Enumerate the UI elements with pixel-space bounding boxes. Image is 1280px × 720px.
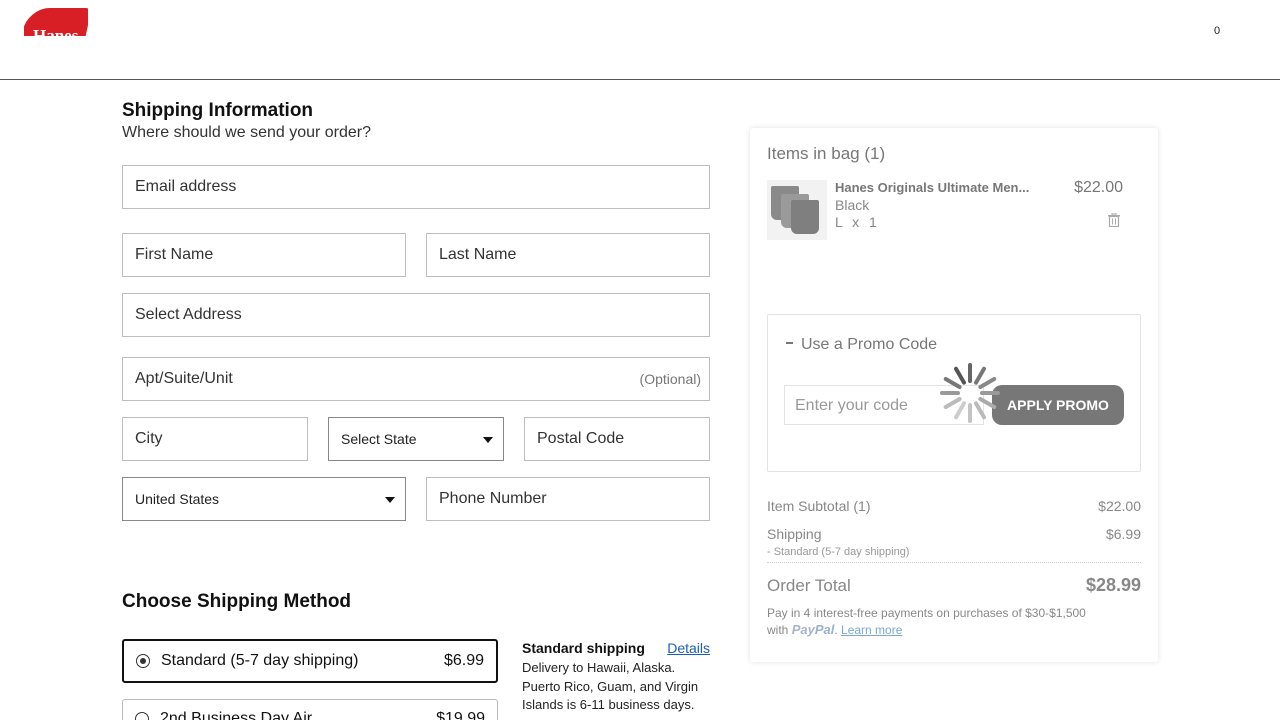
apply-promo-button[interactable]: APPLY PROMO: [992, 385, 1124, 425]
details-link[interactable]: Details: [667, 640, 710, 656]
item-size-qty: L x 1: [835, 214, 877, 230]
first-name-field[interactable]: First Name: [122, 233, 406, 277]
shipping-info-title: Shipping Information: [122, 100, 314, 121]
paypal-with: with: [767, 623, 789, 637]
shipping-row: Shipping $6.99: [767, 526, 1141, 542]
paypal-logo: PayPal: [792, 622, 835, 637]
promo-code-placeholder: Enter your code: [795, 397, 908, 414]
shipping-info-subtitle: Where should we send your order?: [122, 124, 372, 141]
order-total-row: Order Total $28.99: [767, 575, 1141, 596]
subtotal-label: Item Subtotal (1): [767, 498, 871, 514]
country-select-value: United States: [135, 491, 220, 507]
city-field[interactable]: City: [122, 417, 308, 461]
paypal-logo-pay: Pay: [791, 622, 815, 637]
apt-optional-label: (Optional): [639, 371, 701, 387]
phone-field[interactable]: Phone Number: [426, 477, 710, 521]
apt-placeholder: Apt/Suite/Unit: [135, 370, 233, 387]
paypal-logo-pal: Pal: [814, 622, 835, 637]
loading-spinner: [940, 363, 1000, 423]
chevron-down-icon: [483, 437, 493, 443]
product-thumbnail[interactable]: [767, 180, 827, 240]
shipping-option-2nd-day[interactable]: 2nd Business Day Air $19.99: [122, 699, 498, 720]
shipping-info-panel: Standard shipping Details Delivery to Ha…: [522, 640, 712, 715]
chevron-down-icon: [385, 497, 395, 503]
radio-icon[interactable]: [136, 654, 150, 668]
subtotal-value: $22.00: [1098, 498, 1141, 514]
logo-text: Hanes: [33, 26, 79, 36]
paypal-learn-more-link[interactable]: Learn more: [841, 623, 902, 637]
site-header: Hanes 0: [0, 0, 1280, 80]
divider: [767, 562, 1141, 563]
hanes-logo[interactable]: Hanes: [24, 8, 88, 36]
shipping-value: $6.99: [1105, 526, 1141, 542]
trash-icon[interactable]: [1108, 213, 1120, 227]
address-placeholder: Select Address: [135, 306, 242, 323]
promo-code-box: Use a Promo Code Enter your code APPLY P…: [767, 314, 1141, 472]
item-name[interactable]: Hanes Originals Ultimate Men...: [835, 180, 1029, 195]
postal-code-placeholder: Postal Code: [537, 430, 625, 447]
last-name-placeholder: Last Name: [439, 246, 517, 263]
country-select[interactable]: United States: [122, 477, 406, 521]
bag-title: Items in bag (1): [767, 144, 886, 163]
shipping-option-label: Standard (5-7 day shipping): [161, 652, 359, 669]
city-placeholder: City: [135, 430, 163, 447]
shipping-option-price: $19.99: [436, 710, 485, 720]
shipping-option-label: 2nd Business Day Air: [160, 710, 313, 720]
state-select[interactable]: Select State: [328, 417, 504, 461]
shipping-label: Shipping: [767, 526, 822, 542]
paypal-message: Pay in 4 interest-free payments on purch…: [767, 606, 1086, 620]
order-total-label: Order Total: [767, 576, 851, 595]
brief-shape: [791, 200, 819, 234]
address-field[interactable]: Select Address: [122, 293, 710, 337]
email-placeholder: Email address: [135, 178, 237, 195]
apt-field[interactable]: Apt/Suite/Unit (Optional): [122, 357, 710, 401]
shipping-method-title: Choose Shipping Method: [122, 591, 352, 612]
phone-placeholder: Phone Number: [439, 490, 547, 507]
minus-icon: [786, 342, 793, 344]
state-select-value: Select State: [341, 431, 417, 447]
radio-icon[interactable]: [135, 712, 149, 720]
cart-count[interactable]: 0: [1214, 25, 1220, 37]
last-name-field[interactable]: Last Name: [426, 233, 710, 277]
item-color: Black: [835, 197, 870, 213]
shipping-note: - Standard (5-7 day shipping): [767, 546, 910, 558]
order-summary: Items in bag (1) Hanes Originals Ultimat…: [750, 128, 1158, 662]
item-price: $22.00: [1074, 179, 1123, 196]
promo-toggle-label: Use a Promo Code: [801, 336, 938, 353]
shipping-info-panel-text: Delivery to Hawaii, Alaska. Puerto Rico,…: [522, 660, 699, 712]
first-name-placeholder: First Name: [135, 246, 214, 263]
paypal-message-line2: with PayPal. Learn more: [767, 622, 903, 637]
subtotal-row: Item Subtotal (1) $22.00: [767, 498, 1141, 514]
postal-code-field[interactable]: Postal Code: [524, 417, 710, 461]
shipping-option-standard[interactable]: Standard (5-7 day shipping) $6.99: [122, 639, 498, 683]
promo-toggle[interactable]: Use a Promo Code: [786, 336, 937, 354]
order-total-value: $28.99: [1085, 575, 1141, 595]
email-field[interactable]: Email address: [122, 165, 710, 209]
shipping-option-price: $6.99: [443, 652, 484, 669]
